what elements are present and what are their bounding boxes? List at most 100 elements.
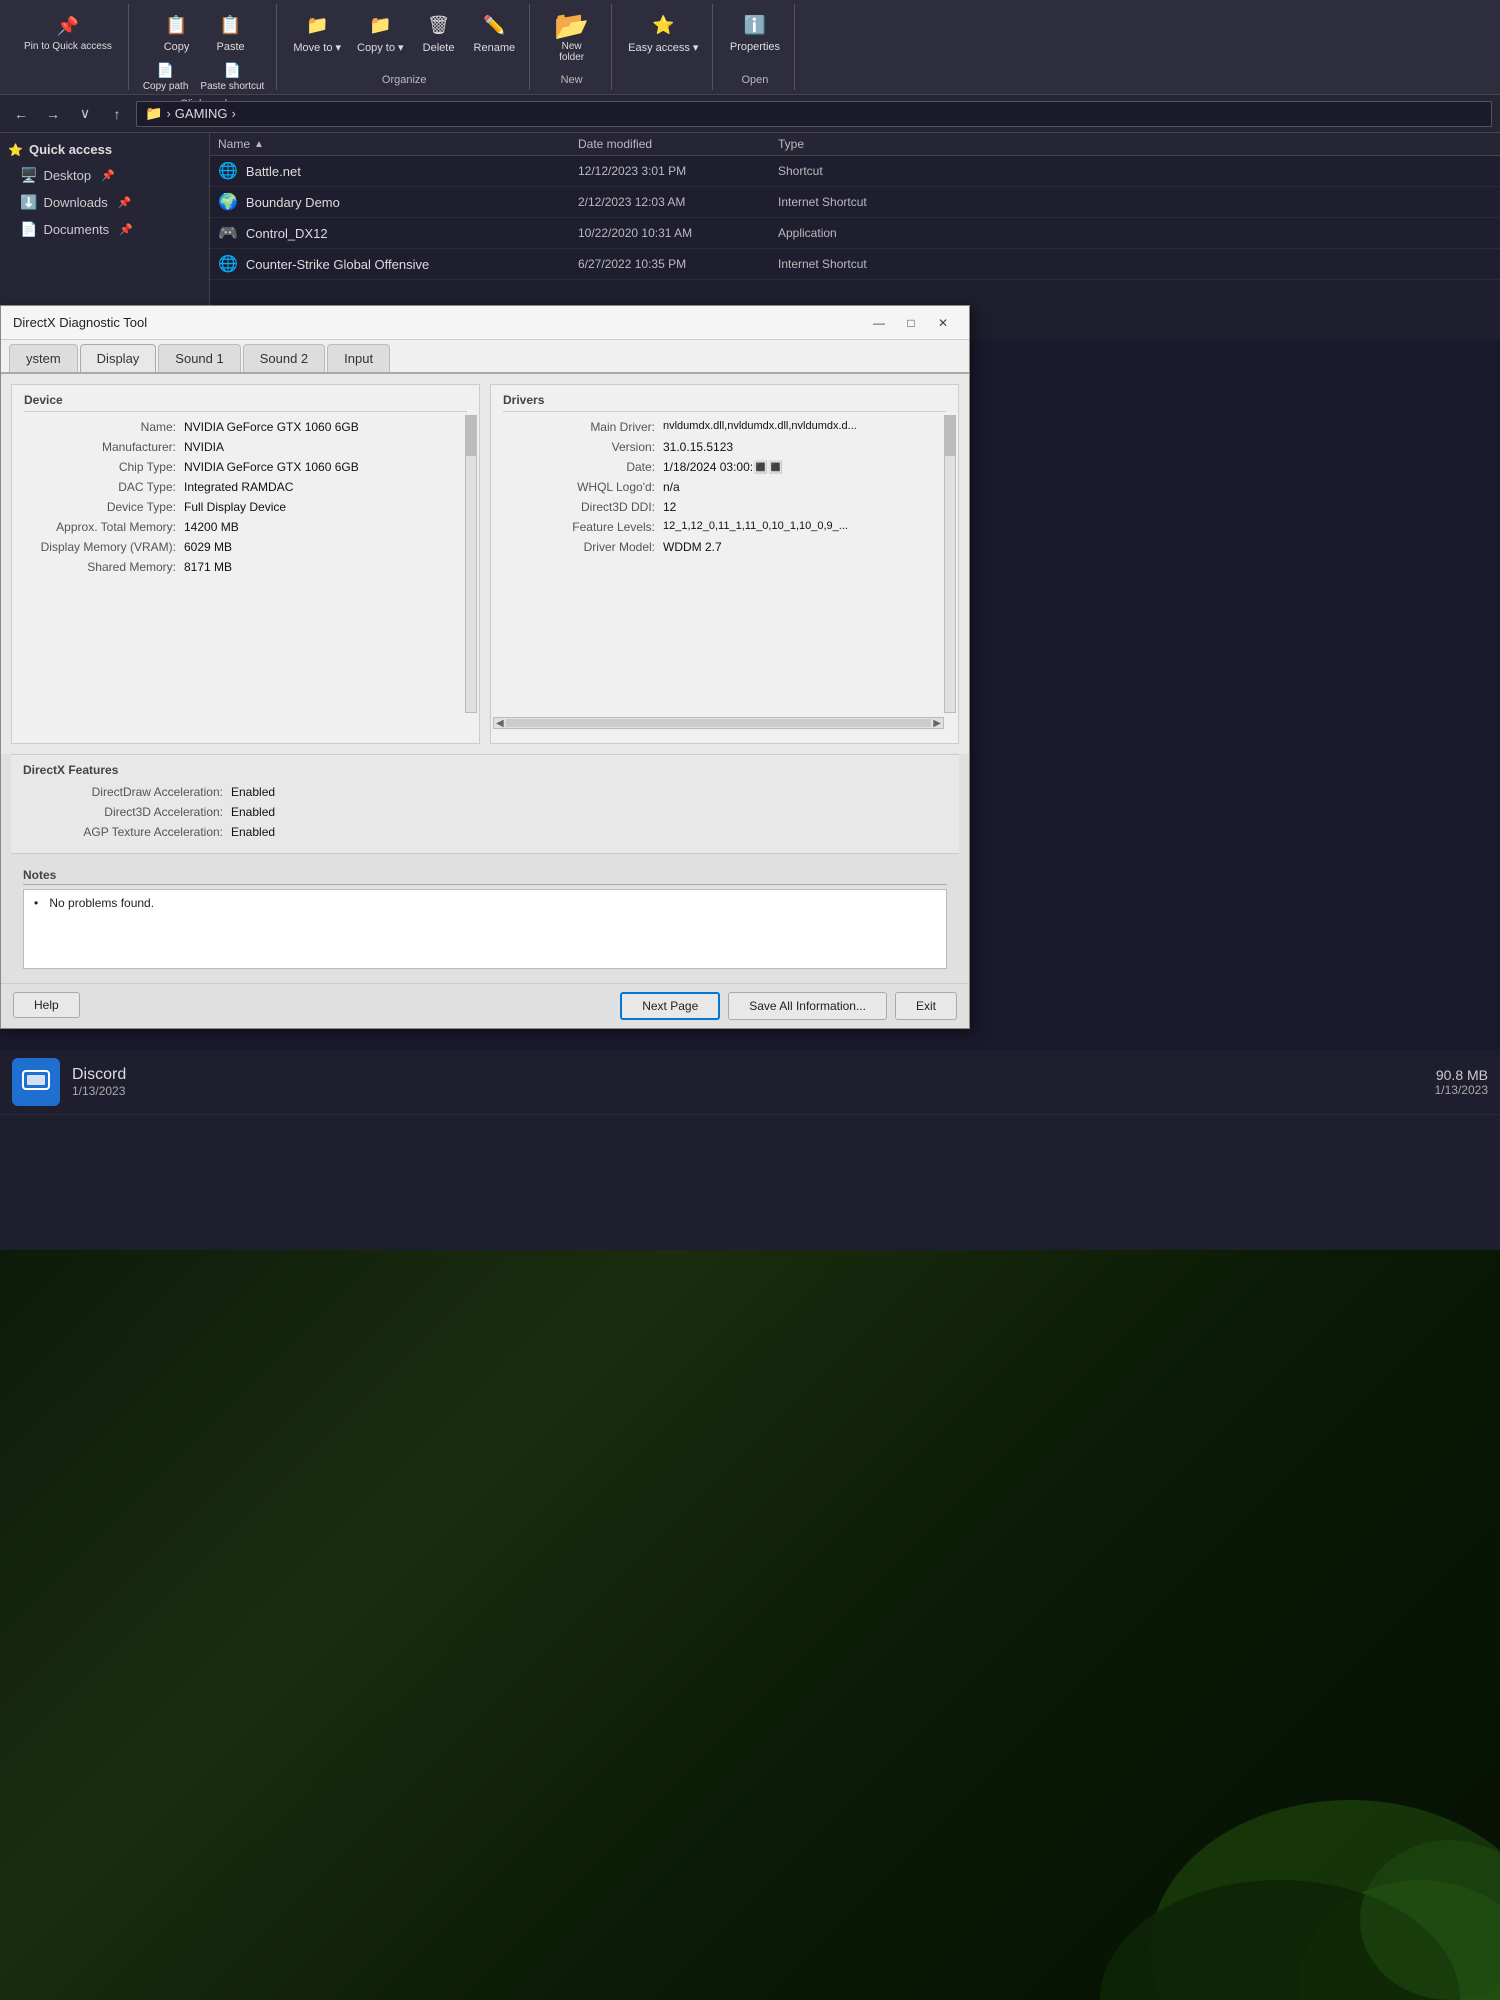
dx-features-title: DirectX Features bbox=[23, 763, 947, 777]
device-scroll-thumb[interactable] bbox=[466, 416, 476, 456]
field-whql: WHQL Logo'd: n/a bbox=[503, 480, 946, 494]
copy-button[interactable]: 📋 Copy bbox=[152, 8, 202, 56]
discord-date: 1/13/2023 bbox=[72, 1084, 1423, 1098]
dxdiag-window: DirectX Diagnostic Tool — □ ✕ ystem Disp… bbox=[0, 305, 970, 1029]
pin-to-quick-access-button[interactable]: 📌 Pin to Quick access bbox=[16, 8, 120, 57]
field-vram: Display Memory (VRAM): 6029 MB bbox=[24, 540, 467, 554]
breadcrumb[interactable]: 📁 › GAMING › bbox=[136, 101, 1492, 127]
rename-icon: ✏️ bbox=[480, 12, 508, 40]
move-to-icon: 📁 bbox=[303, 11, 331, 39]
breadcrumb-folder-icon: 📁 bbox=[145, 105, 162, 122]
file-list-header: Name ▲ Date modified Type bbox=[210, 133, 1500, 156]
delete-icon: 🗑 bbox=[425, 12, 453, 40]
delete-button[interactable]: 🗑 Delete bbox=[414, 9, 464, 57]
new-folder-button[interactable]: 📂 Newfolder bbox=[547, 8, 597, 66]
forward-button[interactable]: → bbox=[40, 101, 66, 127]
file-name-csgo: 🌐 Counter-Strike Global Offensive bbox=[218, 254, 578, 274]
device-panel-scrollbar[interactable] bbox=[465, 415, 477, 713]
discord-file-icon bbox=[12, 1058, 60, 1106]
paste-shortcut-icon: 📄 bbox=[222, 60, 242, 80]
help-button[interactable]: Help bbox=[13, 992, 80, 1018]
paste-shortcut-button[interactable]: 📄 Paste shortcut bbox=[196, 58, 268, 94]
window-controls: — □ ✕ bbox=[865, 312, 957, 334]
back-button[interactable]: ← bbox=[8, 101, 34, 127]
boundary-type: Internet Shortcut bbox=[778, 195, 958, 209]
drivers-panel-scrollbar[interactable] bbox=[944, 415, 956, 713]
close-button[interactable]: ✕ bbox=[929, 312, 957, 334]
save-all-information-button[interactable]: Save All Information... bbox=[728, 992, 887, 1020]
field-date: Date: 1/18/2024 03:00:🔳🔳 bbox=[503, 460, 946, 474]
copy-to-button[interactable]: 📁 Copy to ▾ bbox=[351, 8, 410, 57]
column-type[interactable]: Type bbox=[778, 137, 958, 151]
bottom-file-area: Discord 1/13/2023 90.8 MB 1/13/2023 bbox=[0, 1050, 1500, 1250]
drivers-scroll-thumb[interactable] bbox=[945, 416, 955, 456]
feature-directdraw: DirectDraw Acceleration: Enabled bbox=[23, 785, 947, 799]
ribbon-group-clipboard: 📋 Copy 📋 Paste 📄 Copy path 📄 Paste short… bbox=[131, 4, 278, 90]
hscroll-track bbox=[506, 719, 932, 727]
dxdiag-tabs: ystem Display Sound 1 Sound 2 Input bbox=[1, 340, 969, 374]
copy-to-icon: 📁 bbox=[366, 11, 394, 39]
feature-agp: AGP Texture Acceleration: Enabled bbox=[23, 825, 947, 839]
field-manufacturer: Manufacturer: NVIDIA bbox=[24, 440, 467, 454]
tab-display[interactable]: Display bbox=[80, 344, 157, 372]
paste-icon: 📋 bbox=[217, 11, 245, 39]
bottom-file-row-discord[interactable]: Discord 1/13/2023 90.8 MB 1/13/2023 bbox=[0, 1050, 1500, 1115]
file-name-boundary: 🌍 Boundary Demo bbox=[218, 192, 578, 212]
up-button[interactable]: ↑ bbox=[104, 101, 130, 127]
drivers-panel: Drivers Main Driver: nvldumdx.dll,nvldum… bbox=[490, 384, 959, 744]
move-to-button[interactable]: 📁 Move to ▾ bbox=[287, 8, 347, 57]
right-buttons: Next Page Save All Information... Exit bbox=[620, 992, 957, 1020]
rename-button[interactable]: ✏️ Rename bbox=[468, 9, 522, 57]
sidebar-item-desktop[interactable]: 🖥️ Desktop 📌 bbox=[0, 162, 209, 189]
tab-sound1[interactable]: Sound 1 bbox=[158, 344, 240, 372]
tab-input[interactable]: Input bbox=[327, 344, 390, 372]
file-row-boundary[interactable]: 🌍 Boundary Demo 2/12/2023 12:03 AM Inter… bbox=[210, 187, 1500, 218]
boundary-date: 2/12/2023 12:03 AM bbox=[578, 195, 778, 209]
next-page-button[interactable]: Next Page bbox=[620, 992, 720, 1020]
maximize-button[interactable]: □ bbox=[897, 312, 925, 334]
file-explorer: 📌 Pin to Quick access 📋 Copy 📋 Paste 📄 bbox=[0, 0, 1500, 340]
file-row-control[interactable]: 🎮 Control_DX12 10/22/2020 10:31 AM Appli… bbox=[210, 218, 1500, 249]
file-row-csgo[interactable]: 🌐 Counter-Strike Global Offensive 6/27/2… bbox=[210, 249, 1500, 280]
battlenet-icon: 🌐 bbox=[218, 161, 238, 181]
field-feature-levels: Feature Levels: 12_1,12_0,11_1,11_0,10_1… bbox=[503, 520, 946, 534]
easy-access-button[interactable]: ⭐ Easy access ▾ bbox=[622, 8, 704, 57]
file-row-battlenet[interactable]: 🌐 Battle.net 12/12/2023 3:01 PM Shortcut bbox=[210, 156, 1500, 187]
ribbon-group-organize: 📁 Move to ▾ 📁 Copy to ▾ 🗑 Delete ✏️ Rena… bbox=[279, 4, 530, 90]
control-type: Application bbox=[778, 226, 958, 240]
tab-sound2[interactable]: Sound 2 bbox=[243, 344, 325, 372]
recent-button[interactable]: ∨ bbox=[72, 101, 98, 127]
properties-button[interactable]: ℹ️ Properties bbox=[724, 8, 786, 56]
drivers-panel-title: Drivers bbox=[503, 393, 946, 412]
left-buttons: Help bbox=[13, 992, 80, 1020]
drivers-hscrollbar[interactable]: ◀ ▶ bbox=[493, 717, 944, 729]
copy-path-button[interactable]: 📄 Copy path bbox=[139, 58, 193, 94]
field-d3d-ddi: Direct3D DDI: 12 bbox=[503, 500, 946, 514]
paste-button[interactable]: 📋 Paste bbox=[206, 8, 256, 56]
sidebar-item-documents[interactable]: 📄 Documents 📌 bbox=[0, 216, 209, 243]
column-name[interactable]: Name ▲ bbox=[218, 137, 578, 151]
boundary-icon: 🌍 bbox=[218, 192, 238, 212]
dx-notes-title: Notes bbox=[23, 868, 947, 885]
csgo-date: 6/27/2022 10:35 PM bbox=[578, 257, 778, 271]
clipboard-top-row: 📋 Copy 📋 Paste bbox=[152, 8, 256, 56]
exit-button[interactable]: Exit bbox=[895, 992, 957, 1020]
file-name-battlenet: 🌐 Battle.net bbox=[218, 161, 578, 181]
quick-access-star-icon: ⭐ bbox=[8, 143, 23, 157]
ribbon: 📌 Pin to Quick access 📋 Copy 📋 Paste 📄 bbox=[0, 0, 1500, 95]
field-shared-memory: Shared Memory: 8171 MB bbox=[24, 560, 467, 574]
hscroll-right-arrow[interactable]: ▶ bbox=[931, 718, 943, 729]
tab-system[interactable]: ystem bbox=[9, 344, 78, 372]
column-date-modified[interactable]: Date modified bbox=[578, 137, 778, 151]
dx-notes-content: • No problems found. bbox=[23, 889, 947, 969]
hscroll-left-arrow[interactable]: ◀ bbox=[494, 718, 506, 729]
desktop-background bbox=[0, 1250, 1500, 2000]
minimize-button[interactable]: — bbox=[865, 312, 893, 334]
address-bar: ← → ∨ ↑ 📁 › GAMING › bbox=[0, 95, 1500, 133]
sidebar-item-downloads[interactable]: ⬇️ Downloads 📌 bbox=[0, 189, 209, 216]
field-main-driver: Main Driver: nvldumdx.dll,nvldumdx.dll,n… bbox=[503, 420, 946, 434]
sidebar-item-quick-access[interactable]: ⭐ Quick access bbox=[0, 137, 209, 162]
pin-icon: 📌 bbox=[54, 12, 82, 40]
field-driver-model: Driver Model: WDDM 2.7 bbox=[503, 540, 946, 554]
copy-path-icon: 📄 bbox=[156, 60, 176, 80]
